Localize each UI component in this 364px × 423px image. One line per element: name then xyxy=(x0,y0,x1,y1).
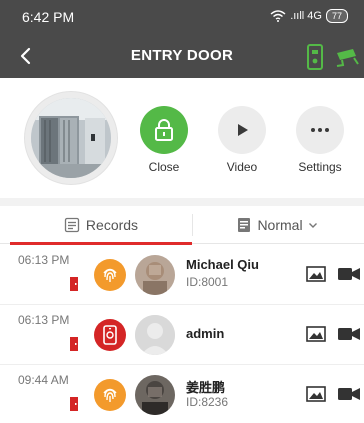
photo-icon[interactable] xyxy=(306,386,326,402)
tab-records-label: Records xyxy=(85,217,139,233)
close-door-action[interactable]: Close xyxy=(134,106,194,174)
close-label: Close xyxy=(148,160,180,174)
fingerprint-icon xyxy=(103,388,117,402)
signal-label: .ııll 4G xyxy=(290,10,322,22)
door-photo-image xyxy=(31,98,111,178)
phone-app-icon xyxy=(103,325,117,345)
list-item[interactable]: 06:13 PM admin xyxy=(0,305,364,365)
record-name: 姜胜鹏 xyxy=(186,380,226,395)
photo-icon[interactable] xyxy=(306,326,326,342)
video-camera-icon[interactable] xyxy=(338,267,360,281)
settings-action[interactable]: Settings xyxy=(290,106,350,174)
video-camera-icon[interactable] xyxy=(338,327,360,341)
settings-label: Settings xyxy=(298,160,342,174)
record-time: 09:44 AM xyxy=(18,373,69,387)
video-camera-icon[interactable] xyxy=(338,387,360,401)
system-icons: .ııll 4G 77 xyxy=(270,9,348,23)
intercom-device-icon xyxy=(307,44,323,70)
video-button[interactable] xyxy=(218,106,266,154)
status-bar: 6:42 PM .ııll 4G 77 xyxy=(0,0,364,34)
cctv-button[interactable] xyxy=(334,46,360,70)
avatar xyxy=(135,315,175,355)
user-photo-image xyxy=(135,255,175,295)
fingerprint-method-badge xyxy=(94,379,126,411)
title-bar: ENTRY DOOR xyxy=(0,34,364,78)
default-avatar-image xyxy=(135,315,175,355)
list-item[interactable]: 09:44 AM 姜胜鹏 ID:8236 xyxy=(0,365,364,423)
door-header: Close Video Settings xyxy=(0,78,364,198)
settings-button[interactable] xyxy=(296,106,344,154)
user-photo-image xyxy=(135,375,175,415)
wifi-icon xyxy=(270,10,286,22)
back-button[interactable] xyxy=(12,42,40,70)
battery-indicator: 77 xyxy=(325,9,348,23)
photo-icon[interactable] xyxy=(306,266,326,282)
list-item[interactable]: 06:13 PM Michael Qiu ID:8001 xyxy=(0,245,364,305)
tab-records[interactable]: Records xyxy=(10,206,192,244)
record-name: Michael Qiu xyxy=(186,257,259,272)
fingerprint-method-badge xyxy=(94,259,126,291)
section-divider xyxy=(0,198,364,206)
door-camera-thumbnail[interactable] xyxy=(25,92,117,184)
door-icon xyxy=(70,277,78,291)
cctv-camera-icon xyxy=(336,49,359,67)
door-icon xyxy=(70,397,78,411)
tab-bar: Records Normal xyxy=(0,206,364,245)
records-icon xyxy=(64,217,80,233)
status-time: 6:42 PM xyxy=(22,9,75,25)
app-method-badge xyxy=(94,319,126,351)
back-icon xyxy=(20,47,31,65)
avatar xyxy=(135,375,175,415)
more-icon xyxy=(311,128,329,132)
door-icon xyxy=(70,337,78,351)
record-id: ID:8001 xyxy=(186,275,229,289)
record-time: 06:13 PM xyxy=(18,253,70,267)
close-door-button[interactable] xyxy=(140,106,188,154)
filter-label: Normal xyxy=(257,217,303,233)
filter-doc-icon xyxy=(238,218,251,232)
record-id: ID:8236 xyxy=(186,395,229,409)
intercom-button[interactable] xyxy=(304,44,326,70)
record-name: admin xyxy=(186,326,225,341)
filter-dropdown[interactable]: Normal xyxy=(192,206,364,244)
video-action[interactable]: Video xyxy=(212,106,272,174)
avatar xyxy=(135,255,175,295)
record-time: 06:13 PM xyxy=(18,313,70,327)
play-icon xyxy=(238,124,248,136)
video-label: Video xyxy=(226,160,258,174)
chevron-down-icon xyxy=(308,223,317,228)
fingerprint-icon xyxy=(103,268,117,282)
lock-icon xyxy=(155,119,173,141)
